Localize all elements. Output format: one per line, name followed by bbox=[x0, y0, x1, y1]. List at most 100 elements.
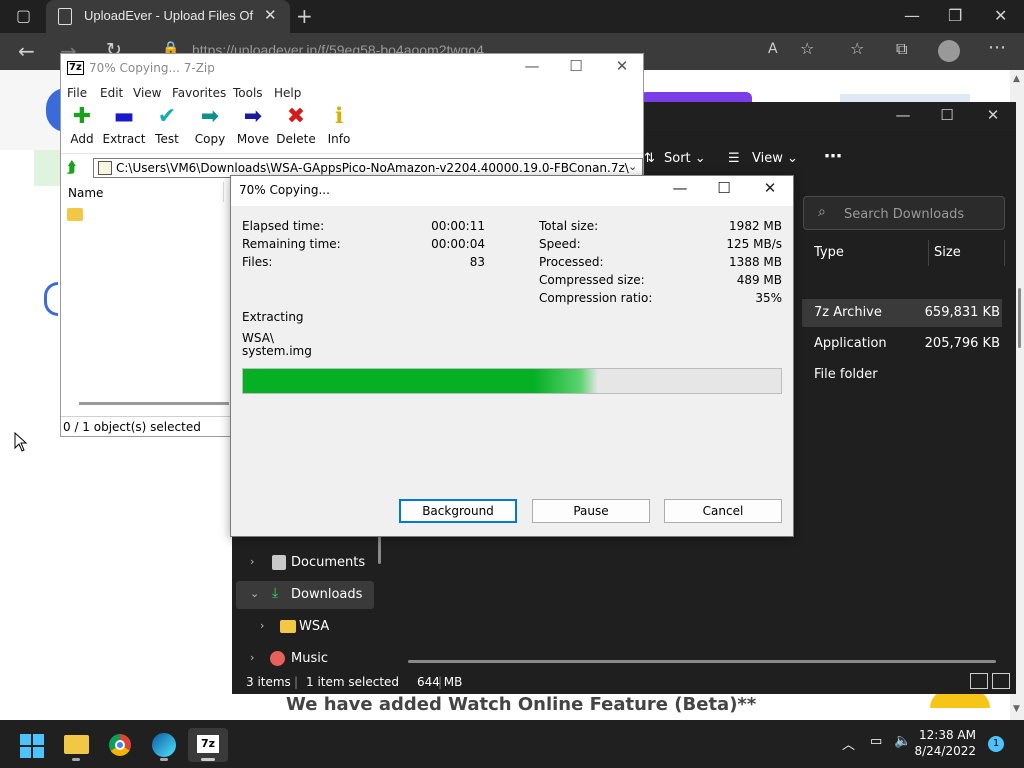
profile-avatar[interactable] bbox=[938, 40, 960, 62]
taskbar: 7z ︿ ▭ 🔈 12:38 AM 8/24/2022 bbox=[0, 720, 1024, 768]
view-icon: ☰ bbox=[728, 151, 740, 166]
browser-tabbar: ▢ UploadEver - Upload Files Of An ✕ + — … bbox=[0, 0, 1024, 33]
elapsed-time-value: 00:00:11 bbox=[431, 219, 485, 233]
progress-bar bbox=[242, 368, 782, 394]
details-scrollbar[interactable] bbox=[1018, 288, 1021, 348]
close-window-icon[interactable]: ✕ bbox=[994, 6, 1007, 25]
taskbar-file-explorer[interactable] bbox=[56, 728, 96, 762]
selection-status: 0 / 1 object(s) selected bbox=[63, 420, 201, 434]
cancel-button[interactable]: Cancel bbox=[664, 499, 782, 523]
speed-label: Speed: bbox=[539, 237, 581, 251]
column-type[interactable]: Type bbox=[814, 245, 844, 260]
close-tab-icon[interactable]: ✕ bbox=[264, 6, 277, 24]
nav-item-documents[interactable]: › Documents bbox=[240, 549, 378, 577]
show-hidden-icons-icon[interactable]: ︿ bbox=[842, 734, 855, 753]
folder-icon[interactable] bbox=[67, 208, 83, 221]
details-view-icon[interactable] bbox=[970, 673, 988, 689]
windows-logo-icon bbox=[20, 734, 31, 745]
dialog-titlebar: 70% Copying... — ☐ ✕ bbox=[231, 176, 793, 206]
folder-icon bbox=[64, 735, 89, 754]
menu-help[interactable]: Help bbox=[274, 86, 301, 100]
info-button[interactable]: ℹ Info bbox=[316, 104, 362, 154]
nav-scrollbar[interactable] bbox=[378, 534, 381, 564]
close-icon[interactable]: ✕ bbox=[747, 179, 793, 197]
collections-icon[interactable]: ⧉ bbox=[896, 39, 907, 59]
dropdown-icon[interactable]: ⌄ bbox=[628, 160, 637, 173]
menu-favorites[interactable]: Favorites bbox=[172, 86, 226, 100]
maximize-icon[interactable]: ☐ bbox=[924, 106, 970, 124]
browser-tab[interactable]: UploadEver - Upload Files Of An ✕ bbox=[46, 0, 290, 33]
copy-button[interactable]: ➡ Copy bbox=[187, 104, 233, 154]
nav-item-wsa[interactable]: › WSA bbox=[240, 613, 378, 641]
taskbar-chrome[interactable] bbox=[100, 728, 140, 762]
menu-view[interactable]: View bbox=[133, 86, 161, 100]
menu-edit[interactable]: Edit bbox=[100, 86, 123, 100]
chevron-right-icon[interactable]: › bbox=[250, 555, 254, 568]
view-button[interactable]: View ⌄ bbox=[752, 151, 798, 166]
extract-button[interactable]: ▬ Extract bbox=[101, 104, 147, 154]
pause-button[interactable]: Pause bbox=[532, 499, 650, 523]
operation-label: Extracting bbox=[242, 310, 304, 324]
menu-tools[interactable]: Tools bbox=[233, 86, 263, 100]
minimize-icon[interactable]: — bbox=[657, 179, 703, 197]
nav-item-music[interactable]: › Music bbox=[240, 645, 378, 673]
column-size[interactable]: Size bbox=[934, 245, 961, 260]
maximize-icon[interactable]: ☐ bbox=[701, 179, 747, 197]
close-icon[interactable]: ✕ bbox=[970, 106, 1016, 124]
network-icon[interactable]: ▭ bbox=[870, 734, 882, 749]
more-icon[interactable]: ⋯ bbox=[988, 37, 1006, 58]
restore-icon[interactable]: ❐ bbox=[948, 6, 962, 25]
file-row[interactable]: 7z Archive 659,831 KB bbox=[802, 299, 1002, 327]
column-separator[interactable] bbox=[1004, 240, 1005, 266]
move-icon: ➡ bbox=[243, 104, 263, 129]
minimize-icon[interactable]: — bbox=[880, 106, 926, 124]
up-folder-icon[interactable]: ⮭ bbox=[67, 158, 76, 176]
move-button[interactable]: ➡ Move bbox=[230, 104, 276, 154]
background-button[interactable]: Background bbox=[399, 499, 517, 523]
page-heading: We have added Watch Online Feature (Beta… bbox=[286, 694, 757, 715]
add-button[interactable]: ✚ Add bbox=[59, 104, 105, 154]
maximize-icon[interactable]: ☐ bbox=[553, 57, 599, 75]
start-button[interactable] bbox=[12, 728, 52, 762]
add-favorite-icon[interactable]: ☆ bbox=[800, 39, 814, 58]
page-banner bbox=[0, 70, 66, 150]
edge-icon bbox=[152, 733, 176, 757]
search-downloads-input[interactable]: ⌕ Search Downloads bbox=[803, 196, 1005, 230]
sevenzip-titlebar: 7z 70% Copying... 7-Zip — ☐ ✕ bbox=[61, 54, 643, 84]
more-options-icon[interactable]: ⋯ bbox=[824, 146, 842, 167]
sort-button[interactable]: Sort ⌄ bbox=[664, 151, 706, 166]
taskbar-7zip[interactable]: 7z bbox=[188, 728, 228, 762]
menu-bar: File Edit View Favorites Tools Help bbox=[61, 84, 643, 104]
read-aloud-icon[interactable]: A bbox=[768, 41, 778, 57]
chevron-right-icon[interactable]: › bbox=[260, 619, 264, 632]
file-row[interactable]: Application 205,796 KB bbox=[802, 330, 1002, 358]
taskbar-clock[interactable]: 12:38 AM 8/24/2022 bbox=[896, 727, 976, 759]
nav-item-downloads[interactable]: ⌄ ⤓ Downloads bbox=[236, 581, 374, 609]
info-icon: ℹ bbox=[334, 104, 344, 129]
file-row[interactable]: File folder bbox=[802, 361, 1002, 389]
tiles-view-icon[interactable] bbox=[992, 673, 1010, 689]
explorer-status-bar: 3 items | 1 item selected 644 MB | bbox=[246, 675, 463, 689]
processed-label: Processed: bbox=[539, 255, 604, 269]
notification-badge[interactable]: 1 bbox=[988, 736, 1004, 752]
details-hscrollbar[interactable] bbox=[408, 660, 996, 663]
taskbar-edge[interactable] bbox=[144, 728, 184, 762]
remaining-time-value: 00:00:04 bbox=[431, 237, 485, 251]
minimize-icon[interactable]: — bbox=[509, 57, 555, 75]
column-name[interactable]: Name bbox=[68, 186, 103, 200]
chevron-right-icon[interactable]: › bbox=[250, 651, 254, 664]
close-icon[interactable]: ✕ bbox=[599, 57, 645, 75]
new-tab-icon[interactable]: + bbox=[296, 4, 313, 28]
minimize-icon[interactable]: — bbox=[904, 6, 920, 25]
tab-actions-icon[interactable]: ▢ bbox=[16, 6, 31, 25]
back-icon[interactable]: ← bbox=[18, 39, 35, 63]
menu-file[interactable]: File bbox=[67, 86, 87, 100]
chevron-down-icon[interactable]: ⌄ bbox=[250, 587, 259, 600]
total-size-label: Total size: bbox=[539, 219, 599, 233]
favorites-icon[interactable]: ☆ bbox=[850, 39, 864, 58]
list-scrollbar[interactable] bbox=[79, 402, 229, 405]
column-separator[interactable] bbox=[928, 240, 929, 266]
music-icon bbox=[270, 651, 285, 666]
delete-button[interactable]: ✖ Delete bbox=[273, 104, 319, 154]
test-button[interactable]: ✔ Test bbox=[144, 104, 190, 154]
